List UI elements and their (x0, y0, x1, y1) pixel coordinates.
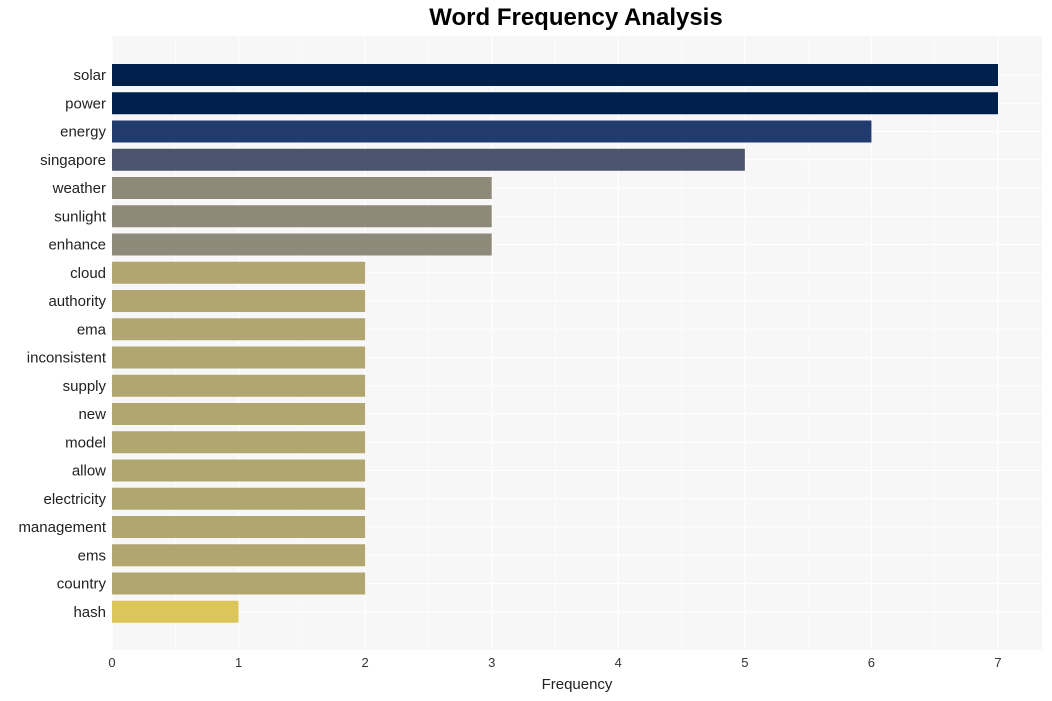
bar-ema (112, 318, 366, 341)
x-tick-label: 5 (741, 655, 748, 670)
bar-model (112, 431, 366, 454)
bar-ems (112, 544, 366, 567)
category-label: power (65, 95, 106, 112)
x-axis-title: Frequency (542, 676, 613, 693)
bar-singapore (112, 148, 745, 171)
x-tick-label: 1 (235, 655, 242, 670)
category-label: solar (73, 67, 106, 84)
bar-new (112, 403, 366, 425)
category-label: supply (63, 378, 107, 395)
category-label: new (78, 406, 106, 423)
bar-management (112, 516, 366, 538)
category-label: hash (73, 604, 106, 621)
x-tick-label: 3 (488, 655, 495, 670)
category-label: singapore (40, 152, 106, 169)
x-tick-label: 2 (362, 655, 369, 670)
category-label: authority (48, 293, 106, 310)
bar-country (112, 572, 366, 595)
bar-electricity (112, 487, 366, 510)
x-tick-label: 0 (108, 655, 115, 670)
category-label: ema (77, 321, 107, 338)
bar-hash (112, 600, 239, 623)
category-labels: solar power energy singapore weather sunlight… (18, 67, 106, 621)
category-label: inconsistent (27, 350, 107, 367)
bar-enhance (112, 233, 492, 256)
bar-allow (112, 459, 366, 482)
category-label: energy (60, 124, 106, 141)
bar-supply (112, 374, 366, 397)
category-label: country (57, 576, 107, 593)
bar-power (112, 92, 998, 115)
category-label: allow (72, 463, 106, 480)
category-label: model (65, 434, 106, 451)
category-label: weather (52, 180, 106, 197)
bar-sunlight (112, 205, 492, 228)
bar-authority (112, 290, 366, 312)
bar-solar (112, 64, 998, 86)
bar-weather (112, 177, 492, 199)
category-label: sunlight (54, 208, 107, 225)
x-tick-labels: 0 1 2 3 4 5 6 7 (108, 655, 1001, 670)
category-label: electricity (43, 491, 106, 508)
x-tick-label: 4 (615, 655, 622, 670)
bar-energy (112, 120, 872, 143)
x-tick-label: 6 (868, 655, 875, 670)
bar-cloud (112, 261, 366, 284)
category-label: ems (78, 547, 106, 564)
category-label: cloud (70, 265, 106, 282)
bar-inconsistent (112, 346, 366, 369)
category-label: enhance (48, 237, 106, 254)
x-tick-label: 7 (994, 655, 1001, 670)
bar-chart: solar power energy singapore weather sunlight… (18, 36, 1042, 693)
category-label: management (18, 519, 106, 536)
